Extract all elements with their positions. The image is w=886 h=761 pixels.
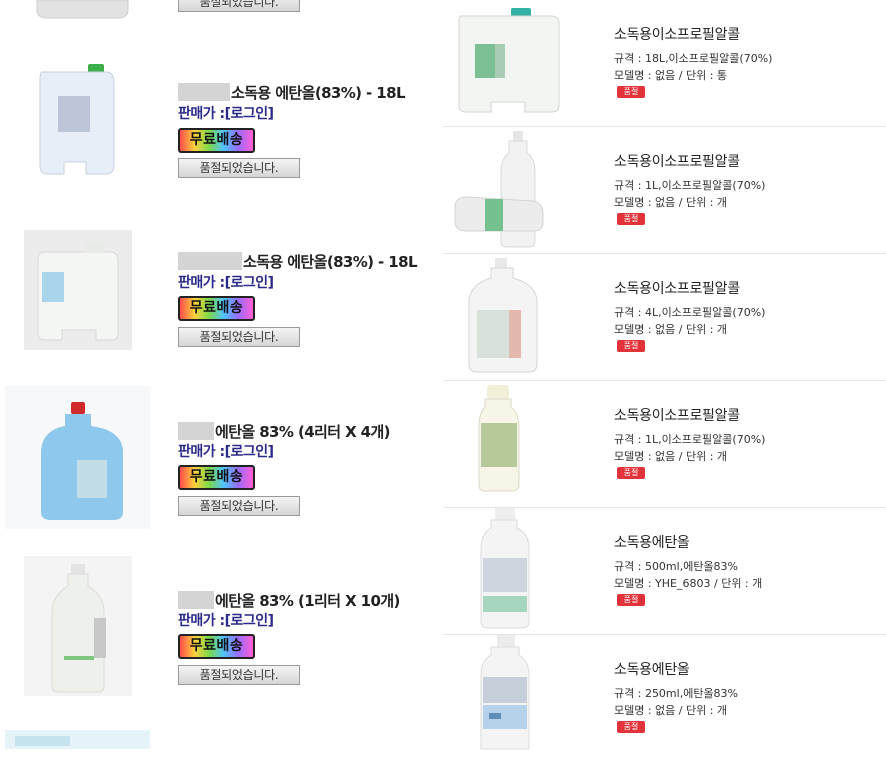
soldout-button[interactable]: 품절되었습니다. xyxy=(178,0,300,12)
product-name[interactable]: 소독용이소프로필알콜 xyxy=(614,151,740,171)
product-title-text: 에탄올 83% (1리터 X 10개) xyxy=(215,592,400,610)
soldout-button[interactable]: 품절되었습니다. xyxy=(178,158,300,178)
product-image[interactable] xyxy=(35,0,130,20)
product-image[interactable] xyxy=(5,386,150,529)
product-title-text: 소독용 에탄올(83%) - 18L xyxy=(243,253,418,271)
product-image[interactable] xyxy=(451,0,566,125)
product-image[interactable] xyxy=(24,230,132,350)
right-product-item: 소독용이소프로필알콜 규격 : 18L,이소프로필알콜(70%) 모델명 : 없… xyxy=(443,0,886,127)
free-shipping-badge: 무료배송 xyxy=(178,634,255,659)
product-model: 모델명 : 없음 / 단위 : 통 xyxy=(614,69,728,82)
product-model: 모델명 : YHE_6803 / 단위 : 개 xyxy=(614,577,763,590)
right-product-item: 소독용이소프로필알콜 규격 : 1L,이소프로필알콜(70%) 모델명 : 없음… xyxy=(443,381,886,508)
product-image[interactable] xyxy=(451,381,566,506)
product-image-partial[interactable] xyxy=(5,730,150,749)
product-name[interactable]: 소독용이소프로필알콜 xyxy=(614,405,740,425)
product-spec: 규격 : 1L,이소프로필알콜(70%) xyxy=(614,433,766,446)
soldout-badge: 품절 xyxy=(617,340,645,352)
product-spec: 규격 : 1L,이소프로필알콜(70%) xyxy=(614,179,766,192)
product-title[interactable]: 소독용 에탄올(83%) - 18L xyxy=(178,82,406,103)
free-shipping-badge: 무료배송 xyxy=(178,296,255,321)
product-price: 판매가 :[로그인] xyxy=(178,610,274,630)
login-link[interactable]: [로그인] xyxy=(225,275,274,291)
right-product-list: 소독용이소프로필알콜 규격 : 18L,이소프로필알콜(70%) 모델명 : 없… xyxy=(443,0,886,750)
product-name[interactable]: 소독용이소프로필알콜 xyxy=(614,24,740,44)
product-model: 모델명 : 없음 / 단위 : 개 xyxy=(614,450,728,463)
product-spec: 규격 : 4L,이소프로필알콜(70%) xyxy=(614,306,766,319)
product-model: 모델명 : 없음 / 단위 : 개 xyxy=(614,323,728,336)
price-label: 판매가 : xyxy=(178,275,225,291)
soldout-badge: 품절 xyxy=(617,467,645,479)
product-price: 판매가 :[로그인] xyxy=(178,272,274,292)
right-product-item: 소독용이소프로필알콜 규격 : 4L,이소프로필알콜(70%) 모델명 : 없음… xyxy=(443,254,886,381)
product-image[interactable] xyxy=(36,62,121,177)
product-spec: 규격 : 500ml,에탄올83% xyxy=(614,560,739,573)
right-product-item: 소독용이소프로필알콜 규격 : 1L,이소프로필알콜(70%) 모델명 : 없음… xyxy=(443,127,886,254)
product-model: 모델명 : 없음 / 단위 : 개 xyxy=(614,704,728,717)
product-model: 모델명 : 없음 / 단위 : 개 xyxy=(614,196,728,209)
free-shipping-badge: 무료배송 xyxy=(178,465,255,490)
product-spec: 규격 : 250ml,에탄올83% xyxy=(614,687,739,700)
free-shipping-badge: 무료배송 xyxy=(178,128,255,153)
right-product-item: 소독용에탄올 규격 : 250ml,에탄올83% 모델명 : 없음 / 단위 :… xyxy=(443,635,886,761)
product-price: 판매가 :[로그인] xyxy=(178,103,274,123)
soldout-button[interactable]: 품절되었습니다. xyxy=(178,496,300,516)
product-image[interactable] xyxy=(451,127,566,252)
soldout-button[interactable]: 품절되었습니다. xyxy=(178,327,300,347)
login-link[interactable]: [로그인] xyxy=(225,613,274,629)
login-link[interactable]: [로그인] xyxy=(225,106,274,122)
right-product-item: 소독용에탄올 규격 : 500ml,에탄올83% 모델명 : YHE_6803 … xyxy=(443,508,886,635)
product-name[interactable]: 소독용에탄올 xyxy=(614,659,690,679)
product-name[interactable]: 소독용에탄올 xyxy=(614,532,690,552)
product-spec: 규격 : 18L,이소프로필알콜(70%) xyxy=(614,52,773,65)
product-image[interactable] xyxy=(451,254,566,379)
soldout-badge: 품절 xyxy=(617,594,645,606)
price-label: 판매가 : xyxy=(178,444,225,460)
blurred-brand xyxy=(178,422,214,440)
soldout-badge: 품절 xyxy=(617,721,645,733)
product-image[interactable] xyxy=(24,556,132,696)
soldout-badge: 품절 xyxy=(617,86,645,98)
soldout-badge: 품절 xyxy=(617,213,645,225)
product-title[interactable]: 에탄올 83% (4리터 X 4개) xyxy=(178,421,391,442)
login-link[interactable]: [로그인] xyxy=(225,444,274,460)
product-title-text: 에탄올 83% (4리터 X 4개) xyxy=(215,423,391,441)
product-title[interactable]: 에탄올 83% (1리터 X 10개) xyxy=(178,590,400,611)
product-price: 판매가 :[로그인] xyxy=(178,441,274,461)
soldout-button[interactable]: 품절되었습니다. xyxy=(178,665,300,685)
left-product-list: 품절되었습니다. 소독용 에탄올(83%) - 18L 판매가 :[로그인] 무… xyxy=(0,0,440,749)
blurred-brand xyxy=(178,591,214,609)
product-image[interactable] xyxy=(451,508,566,633)
price-label: 판매가 : xyxy=(178,613,225,629)
price-label: 판매가 : xyxy=(178,106,225,122)
product-image[interactable] xyxy=(451,635,566,760)
blurred-brand xyxy=(178,252,242,270)
product-title[interactable]: 소독용 에탄올(83%) - 18L xyxy=(178,251,418,272)
product-title-text: 소독용 에탄올(83%) - 18L xyxy=(231,84,406,102)
product-name[interactable]: 소독용이소프로필알콜 xyxy=(614,278,740,298)
blurred-brand xyxy=(178,83,230,101)
